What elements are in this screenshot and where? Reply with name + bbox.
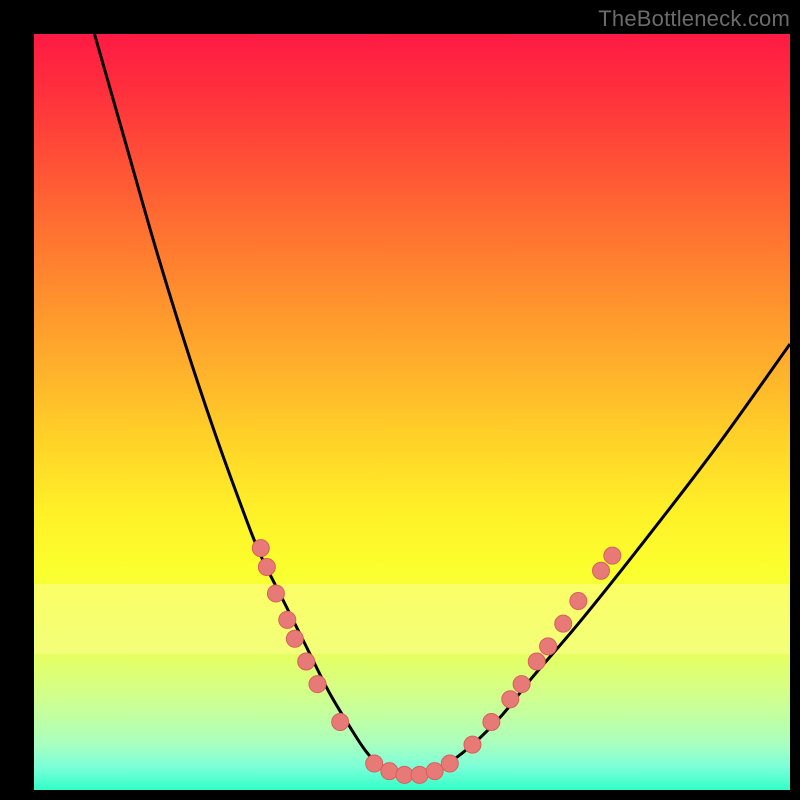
curve-marker: [309, 676, 326, 693]
curve-marker: [604, 547, 621, 564]
curve-marker: [267, 585, 284, 602]
curve-marker: [528, 653, 545, 670]
curve-marker: [502, 691, 519, 708]
bottleneck-curve: [94, 34, 790, 775]
plot-area: [34, 34, 790, 790]
watermark-text: TheBottleneck.com: [598, 6, 790, 32]
curve-marker: [483, 713, 500, 730]
curve-marker: [381, 763, 398, 780]
curve-marker: [298, 653, 315, 670]
curve-marker: [426, 763, 443, 780]
curve-marker: [464, 736, 481, 753]
chart-frame: TheBottleneck.com: [0, 0, 800, 800]
curve-marker: [441, 755, 458, 772]
curve-marker: [279, 611, 296, 628]
curve-marker: [570, 593, 587, 610]
curve-marker: [332, 713, 349, 730]
curve-marker: [593, 562, 610, 579]
curve-marker: [252, 540, 269, 557]
curve-marker: [540, 638, 557, 655]
curve-marker: [555, 615, 572, 632]
curve-markers: [252, 540, 621, 784]
curve-marker: [286, 630, 303, 647]
curve-marker: [411, 766, 428, 783]
chart-svg: [34, 34, 790, 790]
curve-marker: [396, 766, 413, 783]
curve-marker: [366, 755, 383, 772]
curve-marker: [258, 558, 275, 575]
curve-marker: [513, 676, 530, 693]
